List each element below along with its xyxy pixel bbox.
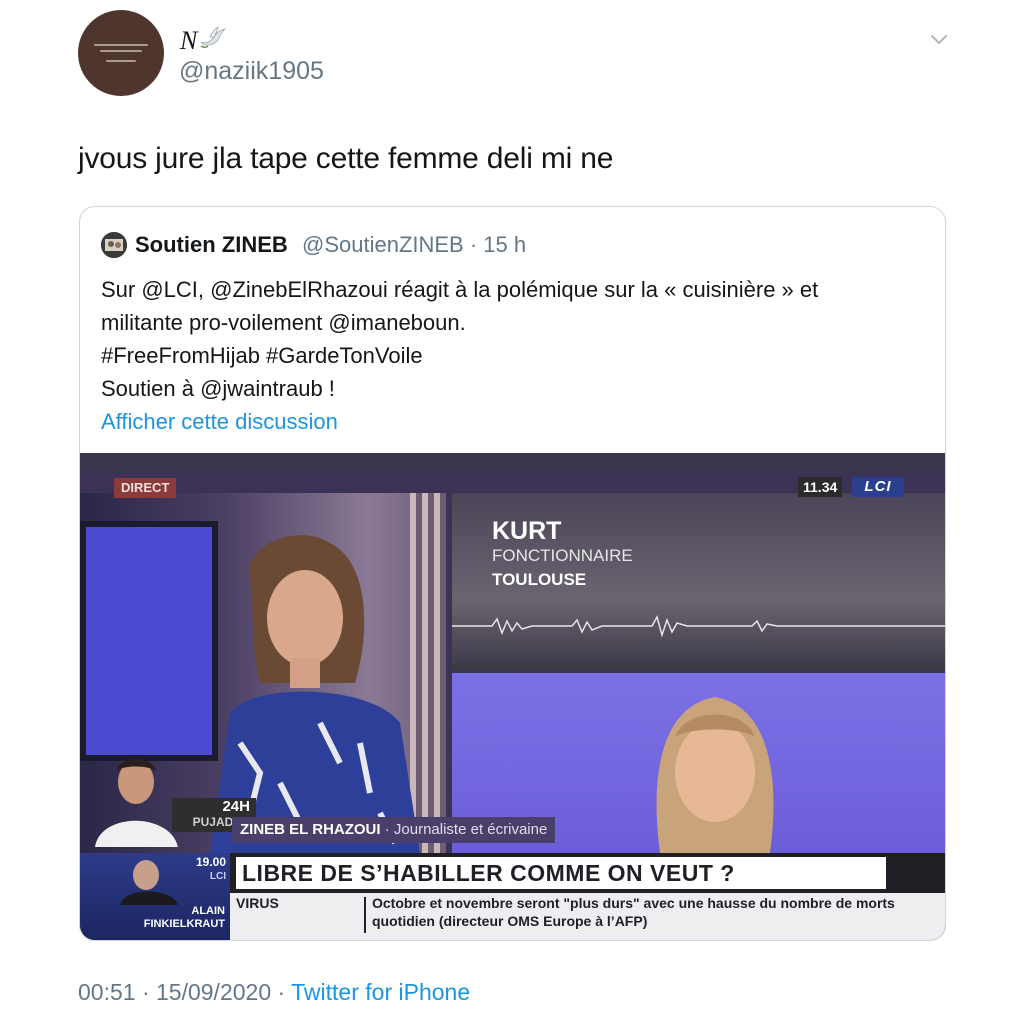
next-guest-name: ALAIN FINKIELKRAUT — [143, 905, 225, 930]
speaker-name: ZINEB EL RHAZOUI — [240, 821, 381, 838]
tweet-meta: 00:51 · 15/09/2020 · Twitter for iPhone — [78, 978, 470, 1006]
speaker-caption: ZINEB EL RHAZOUI · Journaliste et écriva… — [232, 817, 556, 843]
chevron-down-icon[interactable] — [928, 30, 950, 48]
broadcast-time: 11.34 — [798, 477, 843, 497]
next-show-time: 19.00 — [195, 855, 226, 869]
author-handle[interactable]: @naziik1905 — [179, 57, 324, 85]
ticker-text: Octobre et novembre seront "plus durs" a… — [372, 895, 895, 929]
quoted-text-line: Sur @LCI, @ZinebElRhazoui réagit à la po… — [101, 277, 819, 302]
show-thread-link[interactable]: Afficher cette discussion — [101, 407, 338, 437]
dove-icon — [200, 26, 227, 49]
quoted-display-name: Soutien ZINEB — [135, 232, 288, 257]
quoted-text-line: militante pro-voilement @imaneboun. — [101, 310, 466, 335]
quoted-tweet-card[interactable]: Soutien ZINEB @SoutienZINEB · 15 h Sur @… — [79, 206, 946, 941]
tweet-text: jvous jure jla tape cette femme deli mi … — [78, 142, 614, 175]
video-player[interactable]: DIRECT 11.34 LCI KURT FONCTIONNAIRE TOUL… — [80, 453, 945, 940]
speaker-role: · Journaliste et écrivaine — [380, 821, 548, 838]
remote-guest-figure — [656, 697, 774, 853]
quoted-text: Sur @LCI, @ZinebElRhazoui réagit à la po… — [101, 273, 931, 405]
author-avatar[interactable] — [78, 10, 164, 96]
quoted-handle-time: @SoutienZINEB · 15 h — [302, 232, 527, 257]
headline-banner: LIBRE DE S’HABILLER COMME ON VEUT ? — [236, 857, 886, 889]
live-badge: DIRECT — [114, 478, 177, 498]
guest-name: KURT — [492, 517, 562, 545]
next-show-channel: LCI — [209, 871, 226, 882]
author-display-name[interactable]: N — [180, 26, 197, 56]
tweet-source-link[interactable]: Twitter for iPhone — [291, 979, 470, 1005]
inset-guest-figure — [95, 759, 178, 847]
avatar-image-icon — [101, 232, 127, 258]
quoted-text-line: #FreeFromHijab #GardeTonVoile — [101, 343, 423, 368]
channel-logo: LCI — [852, 477, 904, 497]
quoted-text-line: Soutien à @jwaintraub ! — [101, 376, 335, 401]
next-guest-figure — [120, 860, 178, 905]
ticker-label: VIRUS — [236, 895, 279, 911]
quoted-author-avatar — [101, 232, 127, 258]
guest-job: FONCTIONNAIRE — [492, 546, 633, 565]
audio-waveform — [452, 615, 945, 638]
tweet-timestamp[interactable]: 00:51 · 15/09/2020 · — [78, 979, 291, 1005]
guest-city: TOULOUSE — [492, 570, 587, 589]
